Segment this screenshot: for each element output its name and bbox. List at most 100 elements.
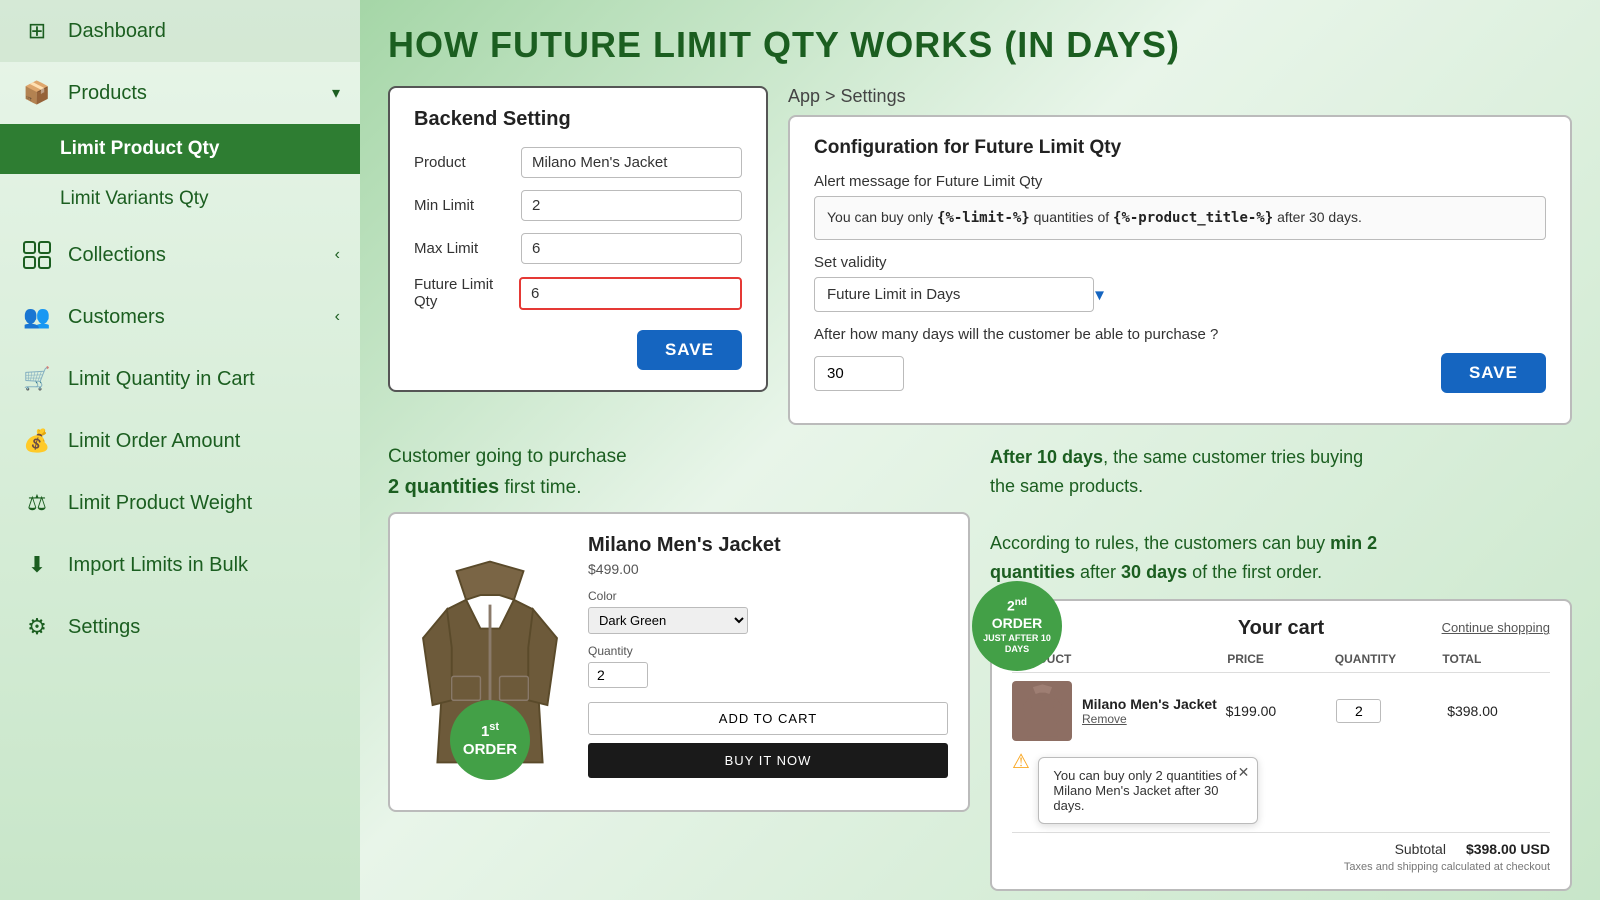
warning-text: You can buy only 2 quantities of Milano … (1053, 768, 1236, 813)
sidebar-item-limit-qty-cart[interactable]: 🛒 Limit Quantity in Cart (0, 348, 360, 410)
alert-message-box: You can buy only {%-limit-%} quantities … (814, 196, 1546, 240)
sidebar-item-import-limits[interactable]: ⬇ Import Limits in Bulk (0, 534, 360, 596)
validity-select-wrapper: Future Limit in Days Future Limit in Wee… (814, 277, 1114, 312)
days-row: After how many days will the customer be… (814, 326, 1546, 343)
weight-icon: ⚖ (20, 486, 54, 520)
config-title: Configuration for Future Limit Qty (814, 137, 1546, 159)
breadcrumb: App > Settings (788, 86, 1572, 107)
subtotal-row: Subtotal $398.00 USD (1012, 832, 1550, 857)
right-config: App > Settings Configuration for Future … (788, 86, 1572, 425)
sidebar-item-label: Limit Product Weight (68, 492, 252, 515)
cart-item-name: Milano Men's Jacket (1082, 696, 1217, 712)
sidebar-item-label: Limit Order Amount (68, 430, 240, 453)
demo-left: Customer going to purchase 2 quantities … (388, 443, 970, 891)
sidebar-item-limit-product-weight[interactable]: ⚖ Limit Product Weight (0, 472, 360, 534)
sidebar-item-label: Dashboard (68, 20, 166, 43)
demo-qty: 2 quantities (388, 476, 499, 498)
col-quantity: QUANTITY (1335, 652, 1443, 666)
badge-sup: 1st (481, 721, 499, 741)
min-limit-row: Min Limit (414, 190, 742, 221)
config-save-button[interactable]: SAVE (1441, 353, 1546, 393)
sidebar-item-label: Limit Quantity in Cart (68, 368, 255, 391)
backend-save-button[interactable]: SAVE (637, 330, 742, 370)
cart-qty-input[interactable] (1336, 699, 1381, 723)
demo-text-3: first time. (504, 477, 581, 498)
customers-icon: 👥 (20, 300, 54, 334)
product-row: Product (414, 147, 742, 178)
sidebar-item-label: Settings (68, 616, 140, 639)
add-to-cart-button[interactable]: ADD TO CART (588, 702, 948, 735)
cart-columns: PRODUCT PRICE QUANTITY TOTAL (1012, 652, 1550, 673)
future-limit-qty-input[interactable] (519, 277, 742, 310)
warning-tooltip: ✕ You can buy only 2 quantities of Milan… (1038, 757, 1258, 824)
alert-suffix: after 30 days. (1277, 209, 1362, 225)
product-input[interactable] (521, 147, 742, 178)
warning-icon: ⚠ (1012, 751, 1030, 773)
30-days: 30 days (1121, 562, 1187, 582)
cart-item-qty (1336, 699, 1439, 723)
config-card: Configuration for Future Limit Qty Alert… (788, 115, 1572, 425)
max-limit-row: Max Limit (414, 233, 742, 264)
badge-text: ORDER (463, 741, 517, 759)
cart-panel: 2ndORDER JUST AFTER 10 DAYS Your cart Co… (990, 599, 1572, 891)
dashboard-icon: ⊞ (20, 14, 54, 48)
after-10-days: After 10 days (990, 447, 1103, 467)
max-limit-input[interactable] (521, 233, 742, 264)
sidebar-sub-label: Limit Variants Qty (60, 188, 209, 210)
badge-2nd-text: 2ndORDER (992, 597, 1043, 631)
continue-shopping-link[interactable]: Continue shopping (1442, 620, 1550, 635)
product-details: Milano Men's Jacket $499.00 Color Dark G… (588, 534, 948, 790)
order-badge-first: 1st ORDER (450, 700, 530, 780)
color-select[interactable]: Dark Green (588, 607, 748, 634)
product-name: Milano Men's Jacket (588, 534, 948, 557)
alert-placeholder-limit: {%-limit-%} (937, 210, 1030, 226)
cart-item-info: Milano Men's Jacket Remove (1012, 681, 1218, 741)
sidebar-item-limit-product-qty[interactable]: Limit Product Qty (0, 124, 360, 174)
backend-setting-title: Backend Setting (414, 108, 742, 131)
jacket-thumbnail (1012, 681, 1072, 741)
sidebar-item-collections[interactable]: Collections ‹ (0, 224, 360, 286)
validity-select[interactable]: Future Limit in Days Future Limit in Wee… (814, 277, 1094, 312)
product-price: $499.00 (588, 561, 948, 577)
warning-close-button[interactable]: ✕ (1238, 764, 1250, 781)
sidebar-item-settings[interactable]: ⚙ Settings (0, 596, 360, 658)
product-label: Product (414, 154, 511, 171)
cart-item-row: Milano Men's Jacket Remove $199.00 $398.… (1012, 681, 1550, 741)
validity-label: Set validity (814, 254, 1546, 271)
qty-label: Quantity (588, 644, 948, 658)
sidebar-item-limit-variants-qty[interactable]: Limit Variants Qty (0, 174, 360, 224)
sidebar-item-label: Import Limits in Bulk (68, 554, 248, 577)
qty-input[interactable] (588, 662, 648, 688)
cart-item-text: Milano Men's Jacket Remove (1082, 696, 1217, 726)
sidebar-item-products[interactable]: 📦 Products ▾ (0, 62, 360, 124)
top-row: Backend Setting Product Min Limit Max Li… (388, 86, 1572, 425)
min-limit-input[interactable] (521, 190, 742, 221)
product-image: 1st ORDER (410, 534, 570, 790)
sidebar-item-customers[interactable]: 👥 Customers ‹ (0, 286, 360, 348)
validity-row: Future Limit in Days Future Limit in Wee… (814, 277, 1546, 312)
demo-left-text: Customer going to purchase 2 quantities … (388, 443, 970, 502)
collections-icon (20, 238, 54, 272)
days-question: After how many days will the customer be… (814, 326, 1218, 343)
cart-item-remove[interactable]: Remove (1082, 712, 1217, 726)
sidebar-item-limit-order-amount[interactable]: 💰 Limit Order Amount (0, 410, 360, 472)
future-limit-qty-label: Future Limit Qty (414, 276, 509, 310)
import-icon: ⬇ (20, 548, 54, 582)
min-limit-label: Min Limit (414, 197, 511, 214)
alert-mid: quantities of (1034, 209, 1113, 225)
cart-header-row: Your cart Continue shopping (1012, 617, 1550, 640)
settings-icon: ⚙ (20, 610, 54, 644)
order-amount-icon: 💰 (20, 424, 54, 458)
color-label: Color (588, 589, 948, 603)
products-icon: 📦 (20, 76, 54, 110)
bottom-row: Customer going to purchase 2 quantities … (388, 443, 1572, 891)
sidebar-item-label: Products (68, 82, 147, 105)
max-limit-label: Max Limit (414, 240, 511, 257)
future-limit-qty-row: Future Limit Qty (414, 276, 742, 310)
jacket-thumb-svg (1015, 683, 1070, 738)
buy-now-button[interactable]: BUY IT NOW (588, 743, 948, 778)
days-input[interactable] (814, 356, 904, 391)
sidebar-item-label: Customers (68, 306, 165, 329)
sidebar-item-dashboard[interactable]: ⊞ Dashboard (0, 0, 360, 62)
alert-prefix: You can buy only (827, 209, 937, 225)
